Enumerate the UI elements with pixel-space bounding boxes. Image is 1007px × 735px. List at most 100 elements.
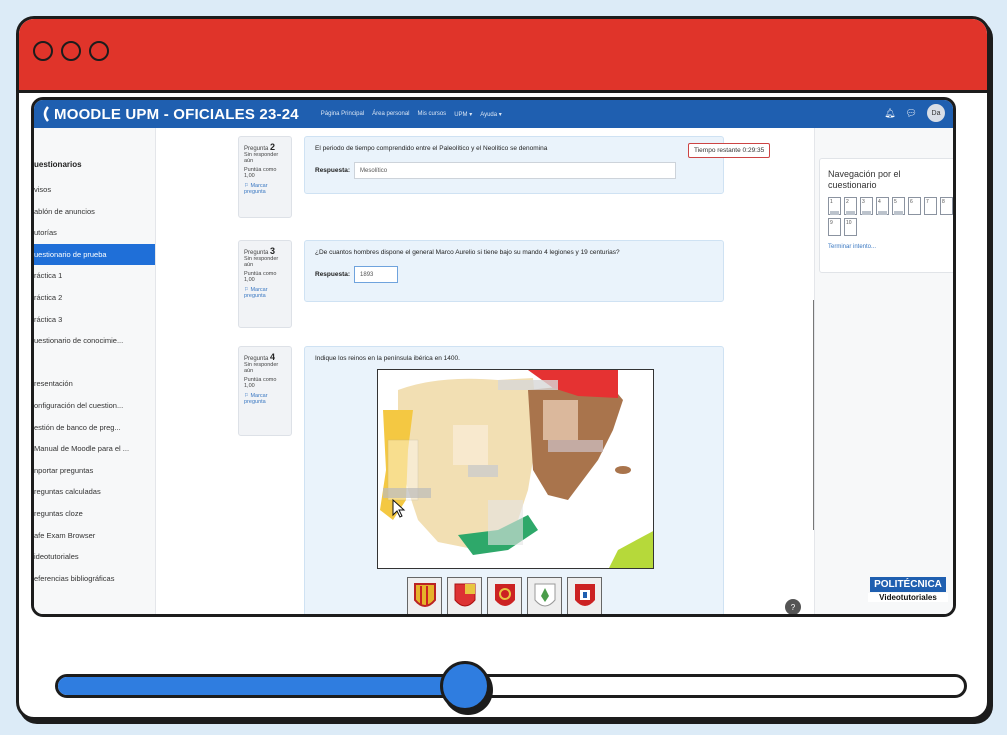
avatar[interactable]: Da xyxy=(927,104,945,122)
quiz-nav-fill xyxy=(846,211,855,215)
quiz-nav-number: 6 xyxy=(910,199,913,205)
finish-attempt-link[interactable]: Terminar intento... xyxy=(828,244,948,250)
politecnica-logo: POLITÉCNICA Videotutoriales xyxy=(868,574,948,602)
moodle-nav: Página Principal Área personal Mis curso… xyxy=(321,111,502,118)
quiz-navigation-title: Navegación por el cuestionario xyxy=(828,169,901,190)
quiz-nav-number: 8 xyxy=(942,199,945,205)
bell-icon[interactable]: 🔔︎ xyxy=(884,108,895,119)
window-dot-icon[interactable] xyxy=(33,41,53,61)
sidebar-item[interactable] xyxy=(34,352,155,374)
chat-icon[interactable]: 💬︎ xyxy=(906,108,917,119)
question-text: Indique los reinos en la península ibéri… xyxy=(315,355,460,362)
quiz-nav-number: 2 xyxy=(846,199,849,205)
question-number: 4 xyxy=(270,352,276,362)
question-score: Puntúa como 1,00 xyxy=(244,271,277,283)
moodle-header: MOODLE UPM - OFICIALES 23-24 Página Prin… xyxy=(34,100,953,128)
sidebar-item[interactable]: reguntas calculadas xyxy=(34,481,155,503)
quiz-nav-number: 1 xyxy=(830,199,833,205)
top-icons: 🔔︎ 💬︎ Da xyxy=(884,104,945,122)
quiz-navigation-card: Navegación por el cuestionario 1 2 3 4 5 6 7 8 9… xyxy=(819,158,953,273)
sidebar-item[interactable]: onfiguración del cuestion... xyxy=(34,395,155,417)
shield-icon[interactable] xyxy=(567,577,602,614)
question-status: Sin responder aún xyxy=(244,362,279,374)
sidebar-item[interactable]: resentación xyxy=(34,373,155,395)
coat-of-arms-row xyxy=(407,577,602,614)
quiz-nav-box[interactable]: 1 xyxy=(828,197,841,215)
iberia-map[interactable] xyxy=(377,369,654,569)
kingdoms-map-drawing xyxy=(378,370,653,568)
nav-courses[interactable]: Mis cursos xyxy=(418,111,447,118)
answer-label: Respuesta: xyxy=(315,271,351,278)
quiz-nav-number: 3 xyxy=(862,199,865,205)
sidebar-item[interactable]: uestionario de conocimie... xyxy=(34,330,155,352)
quiz-nav-number: 7 xyxy=(926,199,929,205)
sidebar-item[interactable]: olución del tiempo histórico xyxy=(34,611,155,614)
course-sidebar: uestionarios visos ablón de anuncios utorí… xyxy=(34,128,156,614)
quiz-nav-box[interactable]: 5 xyxy=(892,197,905,215)
sidebar-item[interactable]: ráctica 1 xyxy=(34,265,155,287)
nav-upm[interactable]: UPM ▾ xyxy=(454,111,472,118)
sidebar-item[interactable]: ráctica 3 xyxy=(34,309,155,331)
sidebar-item[interactable]: reguntas cloze xyxy=(34,503,155,525)
moodle-brand[interactable]: MOODLE UPM - OFICIALES 23-24 xyxy=(54,106,299,123)
sidebar-item[interactable]: Manual de Moodle para el ... xyxy=(34,438,155,460)
sidebar-item[interactable]: visos xyxy=(34,179,155,201)
window-dot-icon[interactable] xyxy=(61,41,81,61)
question-status: Sin responder aún xyxy=(244,256,279,268)
help-button[interactable]: ? xyxy=(785,599,801,614)
quiz-navigation-panel: Navegación por el cuestionario 1 2 3 4 5 6 7 8 9… xyxy=(814,128,953,614)
sidebar-item[interactable]: ablón de anuncios xyxy=(34,201,155,223)
quiz-nav-box[interactable]: 9 xyxy=(828,218,841,236)
shield-icon[interactable] xyxy=(527,577,562,614)
flag-question-link[interactable]: ⚐ Marcar pregunta xyxy=(244,183,286,195)
sidebar-item[interactable]: utorías xyxy=(34,222,155,244)
question-number: 2 xyxy=(270,142,276,152)
shield-icon[interactable] xyxy=(447,577,482,614)
window-dot-icon[interactable] xyxy=(89,41,109,61)
quiz-nav-fill xyxy=(894,211,903,215)
quiz-nav-box[interactable]: 8 xyxy=(940,197,953,215)
quiz-nav-number: 10 xyxy=(846,220,852,226)
video-progress-slider[interactable] xyxy=(55,674,967,698)
quiz-nav-fill xyxy=(830,211,839,215)
answer-input[interactable]: 1893 xyxy=(354,266,399,283)
sidebar-item[interactable]: nportar preguntas xyxy=(34,460,155,482)
quiz-nav-box[interactable]: 7 xyxy=(924,197,937,215)
question-box: Indique los reinos en la península ibéri… xyxy=(304,346,724,614)
nav-help[interactable]: Ayuda ▾ xyxy=(480,111,502,118)
nav-personal[interactable]: Área personal xyxy=(372,111,409,118)
sidebar-item[interactable]: estión de banco de preg... xyxy=(34,417,155,439)
video-progress-fill xyxy=(58,677,468,695)
shield-icon[interactable] xyxy=(407,577,442,614)
question-text: ¿De cuantos hombres dispone el general M… xyxy=(315,249,620,256)
time-remaining: Tiempo restante 0:29:35 xyxy=(688,143,771,158)
sidebar-item[interactable]: ideotutoriales xyxy=(34,546,155,568)
sidebar-title: uestionarios xyxy=(34,160,82,169)
quiz-nav-box[interactable]: 6 xyxy=(908,197,921,215)
quiz-nav-box[interactable]: 3 xyxy=(860,197,873,215)
sidebar-item[interactable]: uestionario de prueba xyxy=(34,243,155,266)
question-info: Pregunta 3 Sin responder aún Puntúa como… xyxy=(238,240,292,328)
sidebar-item[interactable]: afe Exam Browser xyxy=(34,525,155,547)
quiz-nav-fill xyxy=(878,211,887,215)
sidebar-item[interactable] xyxy=(34,589,155,611)
window-titlebar xyxy=(19,19,987,93)
shield-icon[interactable] xyxy=(487,577,522,614)
quiz-nav-box[interactable]: 4 xyxy=(876,197,889,215)
moodle-logo-icon xyxy=(43,106,49,122)
flag-question-link[interactable]: ⚐ Marcar pregunta xyxy=(244,393,286,405)
quiz-nav-number: 9 xyxy=(830,220,833,226)
sidebar-item[interactable]: eferencias bibliográficas xyxy=(34,568,155,590)
video-screen: MOODLE UPM - OFICIALES 23-24 Página Prin… xyxy=(31,97,956,617)
flag-question-link[interactable]: ⚐ Marcar pregunta xyxy=(244,287,286,299)
answer-input[interactable]: Mesolítico xyxy=(354,162,677,179)
question-status: Sin responder aún xyxy=(244,152,279,164)
video-progress-thumb[interactable] xyxy=(440,661,490,711)
nav-home[interactable]: Página Principal xyxy=(321,111,364,118)
question-score: Puntúa como 1,00 xyxy=(244,167,277,179)
quiz-nav-box[interactable]: 10 xyxy=(844,218,857,236)
sidebar-item[interactable]: ráctica 2 xyxy=(34,287,155,309)
quiz-nav-box[interactable]: 2 xyxy=(844,197,857,215)
question-score: Puntúa como 1,00 xyxy=(244,377,277,389)
question-number: 3 xyxy=(270,246,276,256)
